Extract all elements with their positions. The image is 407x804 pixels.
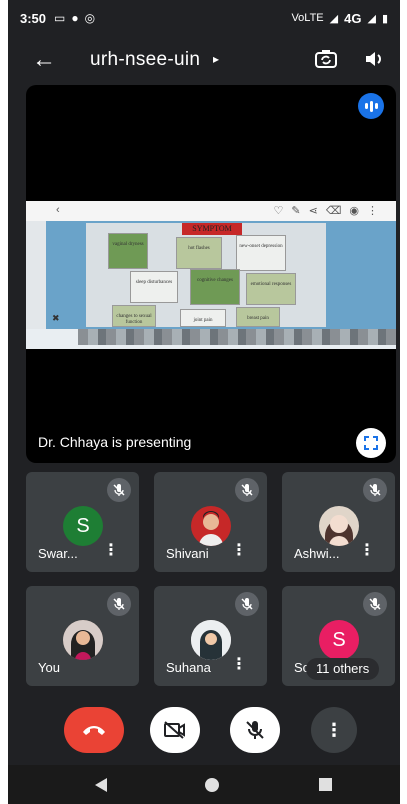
status-bar: 3:50 ▭ ● ◎ VoLTE ◢ 4G ◢ ▮: [8, 0, 400, 36]
mic-muted-icon: [363, 592, 387, 616]
back-arrow-icon[interactable]: ←: [32, 46, 56, 74]
slide-card: vaginal dryness: [108, 233, 148, 269]
slide-card: new-onset depression: [236, 235, 286, 271]
shared-slide: ‹ ♡✎⋖⌫◉⋮ SYMPTOM vaginal dryness hot fla…: [26, 201, 396, 349]
participant-tile[interactable]: Suhana ⋮: [154, 586, 267, 686]
more-vert-icon[interactable]: ⋮: [103, 543, 119, 559]
others-count-badge[interactable]: 11 others: [306, 658, 380, 680]
participant-name: You: [38, 660, 60, 675]
nav-home-icon[interactable]: [204, 777, 220, 793]
instagram-icon: ◎: [84, 11, 96, 25]
slide-card: joint pain: [180, 309, 226, 327]
switch-camera-icon[interactable]: [313, 47, 339, 71]
fullscreen-icon: [364, 436, 378, 450]
slide-card: breast pain: [236, 307, 280, 327]
status-time: 3:50: [20, 10, 47, 26]
call-controls: ⋮: [8, 700, 400, 760]
mic-toggle-button[interactable]: [230, 707, 280, 753]
slide-card: changes to sexual function: [112, 305, 156, 327]
slide-paper: SYMPTOM vaginal dryness hot flashes new-…: [86, 223, 326, 327]
mic-muted-icon: [107, 478, 131, 502]
slide-card: cognitive changes: [190, 269, 240, 305]
slide-board: SYMPTOM vaginal dryness hot flashes new-…: [46, 221, 396, 329]
avatar-photo: [63, 620, 103, 660]
meeting-header: ← urh-nsee-uin ▸: [8, 38, 400, 82]
nav-recents-icon[interactable]: [318, 777, 333, 792]
mic-off-icon: [246, 721, 264, 739]
avatar-photo: [191, 620, 231, 660]
speaker-icon[interactable]: [363, 47, 387, 71]
participant-name: Suhana: [166, 660, 211, 675]
participant-tile[interactable]: Shivani ⋮: [154, 472, 267, 572]
mic-muted-icon: [235, 478, 259, 502]
more-vert-icon[interactable]: ⋮: [231, 543, 247, 559]
slide-card: sleep disturbances: [130, 271, 178, 303]
more-vert-icon: ⋮: [325, 719, 343, 740]
chat-bubble-icon: ●: [71, 11, 79, 25]
avatar: S: [319, 620, 359, 660]
avatar: S: [63, 506, 103, 546]
caret-right-icon[interactable]: ▸: [213, 52, 219, 66]
audio-level-icon: [358, 93, 384, 119]
participant-tile-others[interactable]: S So 11 others: [282, 586, 395, 686]
slide-side-panel: [26, 221, 46, 329]
meet-call-screen: 3:50 ▭ ● ◎ VoLTE ◢ 4G ◢ ▮ ← urh-nsee-uin…: [8, 0, 400, 804]
more-vert-icon[interactable]: ⋮: [359, 543, 375, 559]
participant-tile[interactable]: You: [26, 586, 139, 686]
avatar-photo: [191, 506, 231, 546]
slide-thumbnail-strip: [78, 329, 396, 345]
mic-muted-icon: [235, 592, 259, 616]
battery-icon: ▮: [381, 12, 388, 25]
participant-name: Ashwi...: [294, 546, 340, 561]
more-options-button[interactable]: ⋮: [311, 707, 357, 753]
slide-card: emotional responses: [246, 273, 296, 305]
cast-icon: ▭: [54, 11, 66, 25]
system-nav-bar: [8, 765, 400, 804]
participant-name: Shivani: [166, 546, 209, 561]
mic-muted-icon: [107, 592, 131, 616]
participant-name: Swar...: [38, 546, 78, 561]
slide-card: hot flashes: [176, 237, 222, 269]
end-call-button[interactable]: [64, 707, 124, 753]
signal-icon: ◢: [329, 12, 339, 25]
presenter-label: Dr. Chhaya is presenting: [38, 434, 192, 450]
slide-back-icon: ‹: [56, 204, 60, 216]
network-type: 4G: [344, 10, 362, 26]
slide-viewer-toolbar: ‹ ♡✎⋖⌫◉⋮: [26, 201, 396, 221]
nav-back-icon[interactable]: [94, 777, 108, 793]
camera-off-icon: [164, 721, 185, 739]
presentation-tile[interactable]: ‹ ♡✎⋖⌫◉⋮ SYMPTOM vaginal dryness hot fla…: [26, 85, 396, 463]
end-call-icon: [83, 726, 105, 735]
camera-toggle-button[interactable]: [150, 707, 200, 753]
participant-tile[interactable]: S Swar... ⋮: [26, 472, 139, 572]
slide-tools-icon: ♡✎⋖⌫◉⋮: [273, 205, 386, 217]
participant-tile[interactable]: Ashwi... ⋮: [282, 472, 395, 572]
slide-heading: SYMPTOM: [182, 223, 242, 235]
avatar-photo: [319, 506, 359, 546]
more-vert-icon[interactable]: ⋮: [231, 657, 247, 673]
signal-icon-2: ◢: [367, 12, 376, 25]
slide-close-icon: ✖: [52, 313, 60, 323]
fullscreen-button[interactable]: [356, 428, 386, 458]
meeting-code[interactable]: urh-nsee-uin: [90, 49, 200, 71]
mic-muted-icon: [363, 478, 387, 502]
network-volte: VoLTE: [291, 12, 324, 24]
